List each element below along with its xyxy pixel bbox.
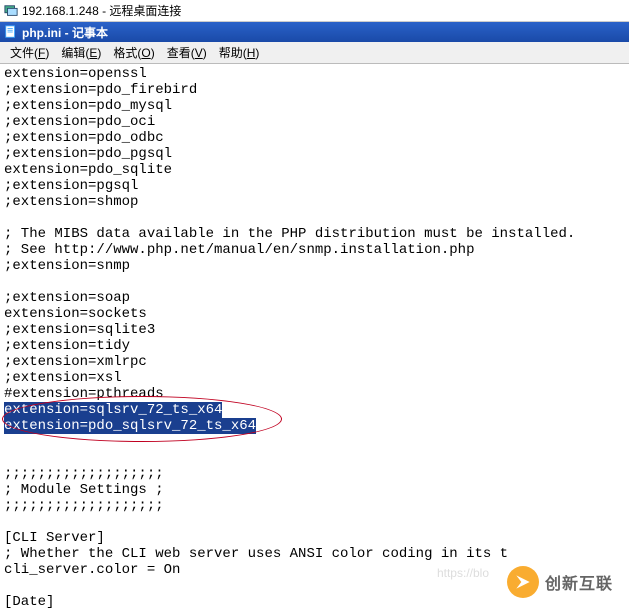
notepad-title: php.ini - 记事本 [22, 24, 108, 41]
code-line: ;extension=pdo_firebird [4, 82, 625, 98]
notepad-titlebar[interactable]: php.ini - 记事本 [0, 22, 629, 42]
code-line: ; The MIBS data available in the PHP dis… [4, 226, 625, 242]
code-line [4, 210, 625, 226]
code-line: #extension=pthreads [4, 386, 625, 402]
code-line: ; Whether the CLI web server uses ANSI c… [4, 546, 625, 562]
code-line: ;;;;;;;;;;;;;;;;;;; [4, 466, 625, 482]
code-line: extension=pdo_sqlite [4, 162, 625, 178]
notepad-icon [4, 25, 18, 39]
code-line: ;extension=pdo_odbc [4, 130, 625, 146]
code-line: ; See http://www.php.net/manual/en/snmp.… [4, 242, 625, 258]
code-line: ;extension=pdo_pgsql [4, 146, 625, 162]
menu-file[interactable]: 文件(F) [4, 42, 55, 63]
code-line: ;extension=pdo_mysql [4, 98, 625, 114]
code-line [4, 514, 625, 530]
code-line: extension=sockets [4, 306, 625, 322]
watermark-logo: 创新互联 [507, 566, 613, 598]
rdp-titlebar: 192.168.1.248 - 远程桌面连接 [0, 0, 629, 22]
code-line: ;extension=tidy [4, 338, 625, 354]
menu-help[interactable]: 帮助(H) [213, 42, 266, 63]
code-line: ;extension=pgsql [4, 178, 625, 194]
code-line [4, 434, 625, 450]
watermark-icon [507, 566, 539, 598]
code-line: ;;;;;;;;;;;;;;;;;;; [4, 498, 625, 514]
rdp-icon [4, 4, 18, 18]
rdp-title: 192.168.1.248 - 远程桌面连接 [22, 2, 181, 19]
code-line: extension=openssl [4, 66, 625, 82]
code-line: ;extension=soap [4, 290, 625, 306]
code-line: ;extension=xsl [4, 370, 625, 386]
code-line: ; Module Settings ; [4, 482, 625, 498]
code-line: [CLI Server] [4, 530, 625, 546]
code-line-selected: extension=pdo_sqlsrv_72_ts_x64 [4, 418, 625, 434]
code-line: ;extension=shmop [4, 194, 625, 210]
code-line-selected: extension=sqlsrv_72_ts_x64 [4, 402, 625, 418]
code-line: ;extension=snmp [4, 258, 625, 274]
code-line: ;extension=pdo_oci [4, 114, 625, 130]
code-line: ;extension=sqlite3 [4, 322, 625, 338]
code-line: ;extension=xmlrpc [4, 354, 625, 370]
menu-format[interactable]: 格式(O) [107, 42, 160, 63]
code-line [4, 274, 625, 290]
editor-area[interactable]: extension=openssl;extension=pdo_firebird… [0, 64, 629, 612]
menu-edit[interactable]: 编辑(E) [55, 42, 107, 63]
code-line [4, 450, 625, 466]
watermark-text: 创新互联 [545, 570, 613, 594]
menu-view[interactable]: 查看(V) [161, 42, 213, 63]
watermark-url: https://blo [437, 566, 489, 580]
menubar: 文件(F) 编辑(E) 格式(O) 查看(V) 帮助(H) [0, 42, 629, 64]
